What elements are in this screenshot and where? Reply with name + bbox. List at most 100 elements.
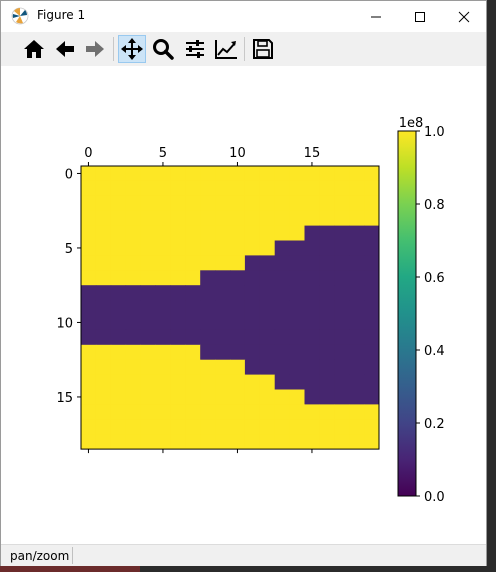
heatmap-cell xyxy=(155,434,171,450)
heatmap-cell xyxy=(125,225,141,241)
heatmap-cell xyxy=(125,210,141,226)
home-button[interactable] xyxy=(20,35,48,63)
heatmap-cell xyxy=(125,389,141,405)
heatmap-cell xyxy=(215,225,231,241)
heatmap-cell xyxy=(81,315,97,331)
heatmap-cell xyxy=(230,404,246,420)
heatmap-cell xyxy=(125,195,141,212)
figure-canvas[interactable]: 0 5 10 15 0 5 10 15 0.0 0.2 0.4 0.6 0.8 … xyxy=(1,66,486,544)
heatmap-cell xyxy=(259,344,276,361)
heatmap-cell xyxy=(110,166,127,182)
title-bar[interactable]: Figure 1 xyxy=(1,1,486,32)
heatmap-cell xyxy=(215,240,231,256)
heatmap-cell xyxy=(170,389,186,405)
heatmap-cell xyxy=(185,329,201,346)
heatmap-cell xyxy=(230,195,246,212)
heatmap-cell xyxy=(334,359,350,375)
heatmap-cell xyxy=(185,315,201,331)
heatmap-cell xyxy=(304,374,320,390)
heatmap-cell xyxy=(200,329,216,346)
close-button[interactable] xyxy=(441,1,487,32)
heatmap-cell xyxy=(170,195,186,212)
heatmap-cell xyxy=(170,404,186,420)
heatmap-cell xyxy=(110,374,127,390)
heatmap-cell xyxy=(289,374,305,390)
heatmap-cell xyxy=(244,166,261,182)
heatmap-cell xyxy=(304,434,320,450)
heatmap-cell xyxy=(364,315,380,331)
heatmap-cell xyxy=(200,195,216,212)
heatmap-cell xyxy=(334,434,350,450)
heatmap-cell xyxy=(95,389,112,405)
heatmap-cell xyxy=(155,180,171,197)
heatmap-cell xyxy=(170,300,186,316)
heatmap-cell xyxy=(364,329,380,346)
heatmap-cell xyxy=(200,225,216,241)
heatmap-cell xyxy=(125,255,141,271)
heatmap-cell xyxy=(230,344,246,361)
forward-button[interactable] xyxy=(81,35,109,63)
heatmap-cell xyxy=(170,285,186,301)
heatmap-cell xyxy=(215,180,231,197)
heatmap-cell xyxy=(349,210,365,226)
configure-subplots-button[interactable] xyxy=(181,35,209,63)
edit-axis-button[interactable] xyxy=(212,35,240,63)
heatmap-cell xyxy=(170,359,186,375)
heatmap-cell xyxy=(349,344,365,361)
heatmap-cell xyxy=(125,374,141,390)
heatmap-cell xyxy=(215,255,231,271)
window-title: Figure 1 xyxy=(37,8,86,22)
heatmap-cell xyxy=(274,329,290,346)
x-axis-tick-labels: 0 5 10 15 xyxy=(84,146,320,161)
heatmap-cell xyxy=(274,359,290,375)
heatmap-cell xyxy=(110,315,127,331)
heatmap-cell xyxy=(259,359,276,375)
heatmap-cell xyxy=(81,225,97,241)
heatmap-cell xyxy=(230,240,246,256)
heatmap-cell xyxy=(110,434,127,450)
heatmap-cell xyxy=(185,180,201,197)
x-tick-label: 15 xyxy=(304,146,321,161)
heatmap-cell xyxy=(110,404,127,420)
heatmap-cell xyxy=(259,285,276,301)
move-icon xyxy=(121,38,143,60)
pan-button[interactable] xyxy=(118,35,146,63)
heatmap-cell xyxy=(155,166,171,182)
heatmap-cell xyxy=(304,225,320,241)
heatmap-cell xyxy=(155,329,171,346)
zoom-button[interactable] xyxy=(149,35,177,63)
heatmap-cell xyxy=(155,240,171,256)
heatmap-cell xyxy=(244,344,261,361)
heatmap-cell xyxy=(215,434,231,450)
heatmap-cell xyxy=(140,166,156,182)
heatmap-cell xyxy=(304,344,320,361)
colorbar-tick-label: 0.2 xyxy=(424,417,445,432)
heatmap-cell xyxy=(319,180,335,197)
heatmap-cell xyxy=(364,285,380,301)
heatmap-cell xyxy=(304,329,320,346)
heatmap-cell xyxy=(259,404,276,420)
heatmap-cell xyxy=(349,180,365,197)
heatmap-cell xyxy=(259,300,276,316)
heatmap-cell xyxy=(81,404,97,420)
heatmap-cell xyxy=(319,404,335,420)
save-button[interactable] xyxy=(249,35,277,63)
heatmap-cell xyxy=(319,344,335,361)
heatmap-cell xyxy=(244,285,261,301)
maximize-button[interactable] xyxy=(397,1,443,32)
heatmap-cell xyxy=(200,419,216,435)
heatmap-cell xyxy=(244,300,261,316)
heatmap-cell xyxy=(349,419,365,435)
heatmap-cell xyxy=(274,404,290,420)
heatmap-cell xyxy=(349,404,365,420)
status-bar: pan/zoom xyxy=(1,544,486,567)
x-axis-ticks-bottom xyxy=(87,449,313,454)
heatmap-cell xyxy=(110,329,127,346)
minimize-button[interactable] xyxy=(353,1,399,32)
heatmap-cell xyxy=(304,359,320,375)
heatmap-cell xyxy=(110,180,127,197)
back-button[interactable] xyxy=(51,35,79,63)
heatmap-cell xyxy=(125,344,141,361)
minimize-icon xyxy=(371,16,381,17)
heatmap-cell xyxy=(289,270,305,286)
